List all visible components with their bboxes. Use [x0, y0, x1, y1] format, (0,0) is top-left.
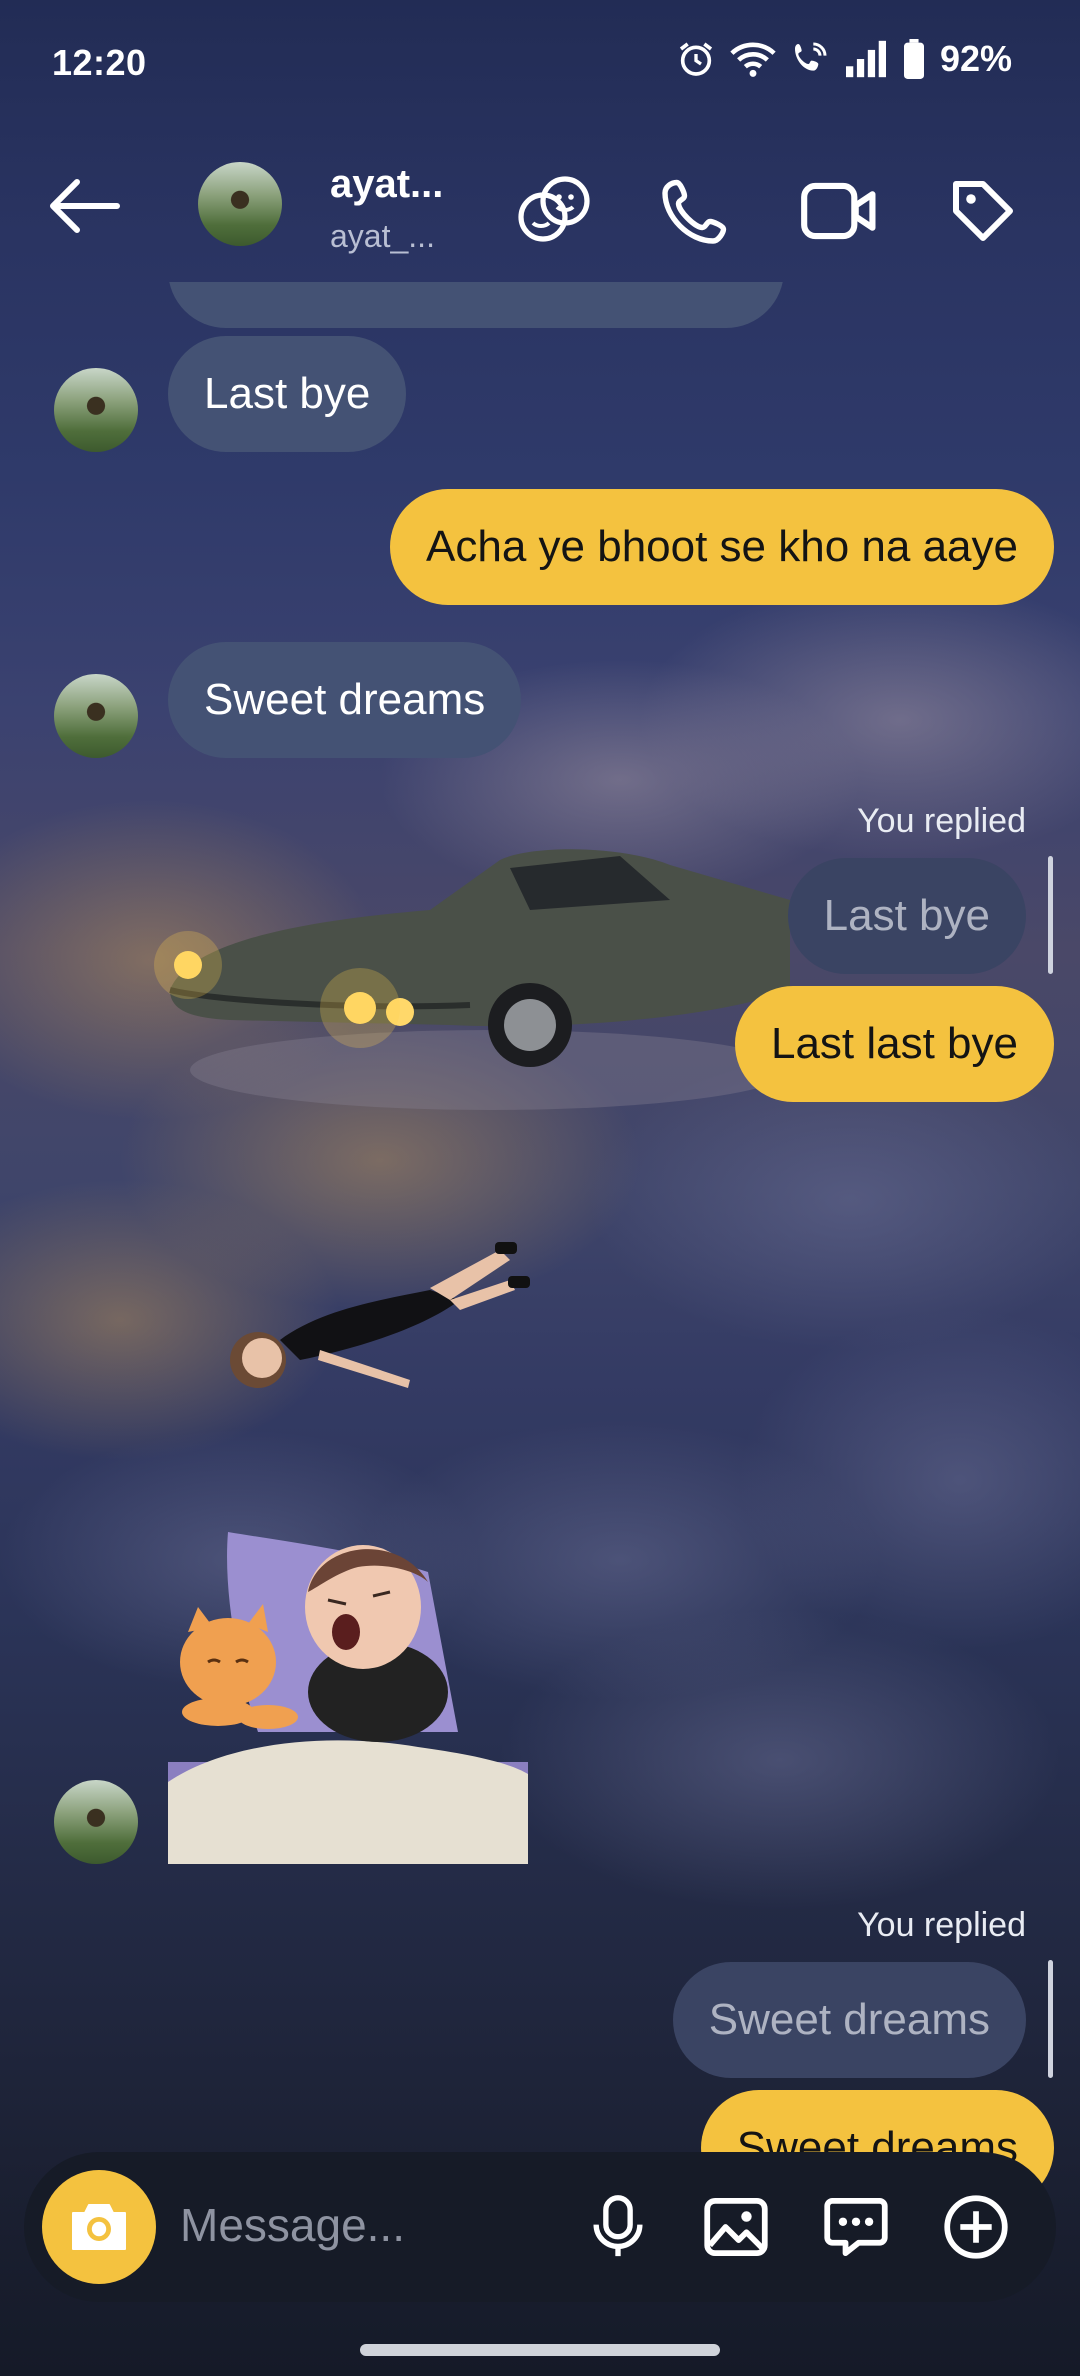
video-camera-icon [801, 182, 876, 240]
sleeping-girl-cat-sticker[interactable] [168, 1512, 528, 1864]
sender-avatar[interactable] [54, 368, 138, 452]
incoming-message[interactable]: Last bye [168, 336, 407, 452]
signal-icon [845, 40, 886, 78]
stickers-button[interactable] [818, 2189, 894, 2265]
status-icons: 92% [676, 38, 1012, 80]
image-icon [704, 2197, 768, 2257]
phone-icon [662, 179, 727, 244]
sender-avatar[interactable] [54, 1780, 138, 1864]
message-input[interactable]: Message... [180, 2198, 405, 2252]
message-composer: Message... [24, 2152, 1056, 2302]
battery-icon [903, 39, 924, 79]
chat-dots-icon [824, 2197, 888, 2257]
contact-name[interactable]: ayat... [330, 162, 443, 207]
outgoing-message[interactable]: Last last bye [734, 986, 1054, 1102]
plus-circle-icon [944, 2195, 1008, 2259]
status-time: 12:20 [52, 42, 147, 83]
wifi-call-icon [794, 42, 827, 71]
arrow-left-icon [50, 179, 120, 233]
chat-header: ayat... ayat_... [0, 140, 1080, 270]
contact-username[interactable]: ayat_... [330, 218, 435, 255]
home-indicator[interactable] [360, 2344, 720, 2356]
incoming-message[interactable]: Sweet dreams [168, 642, 522, 758]
back-button[interactable] [40, 166, 130, 246]
tag-icon [953, 181, 1013, 241]
replied-label: You replied [857, 1906, 1026, 1944]
falling-figure-wallpaper-image [230, 1242, 530, 1388]
gallery-button[interactable] [698, 2189, 774, 2265]
outgoing-message[interactable]: Acha ye bhoot se kho na aaye [390, 489, 1054, 605]
camera-button[interactable] [42, 2170, 156, 2284]
car-wallpaper-image [154, 849, 790, 1110]
quoted-message[interactable]: Sweet dreams [672, 1962, 1026, 2078]
contact-avatar[interactable] [198, 162, 282, 246]
microphone-icon [593, 2195, 643, 2257]
sender-avatar[interactable] [54, 674, 138, 758]
voice-note-button[interactable] [580, 2189, 656, 2265]
status-bar: 12:20 92% [0, 0, 1080, 130]
reply-indicator-bar [1048, 856, 1053, 974]
tag-button[interactable] [938, 166, 1028, 256]
battery-percentage: 92% [939, 38, 1012, 79]
reply-indicator-bar [1048, 1960, 1053, 2078]
alarm-icon [679, 42, 713, 76]
voice-call-button[interactable] [650, 166, 740, 256]
bitmoji-faces-icon [518, 176, 590, 242]
bitmoji-button[interactable] [508, 166, 598, 256]
camera-icon [72, 2204, 126, 2250]
quoted-message[interactable]: Last bye [787, 858, 1026, 974]
replied-label: You replied [857, 802, 1026, 840]
video-call-button[interactable] [794, 166, 884, 256]
wifi-icon [730, 42, 776, 77]
more-options-button[interactable] [938, 2189, 1014, 2265]
